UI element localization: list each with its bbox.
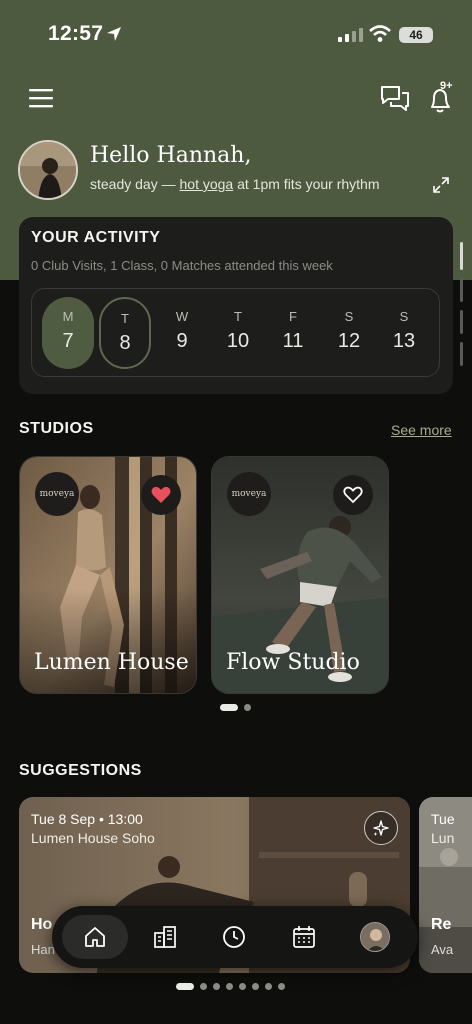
- profile-avatar: [360, 922, 390, 952]
- pager-dot: [226, 983, 233, 990]
- day-friday[interactable]: F 11: [267, 297, 319, 369]
- suggestion-location: Lun: [431, 830, 455, 846]
- favorite-heart-outline-icon[interactable]: [333, 475, 373, 515]
- scroll-indicator: [460, 342, 463, 366]
- suggestion-card[interactable]: Tue Lun Re Ava: [419, 797, 472, 973]
- tab-calendar[interactable]: [282, 915, 326, 959]
- notifications-badge: 9+: [440, 80, 453, 92]
- tab-history[interactable]: [212, 915, 256, 959]
- scroll-indicator-active: [460, 242, 463, 270]
- suggestions-pager: [176, 983, 285, 990]
- pager-dot-active: [220, 704, 238, 711]
- activity-title: YOUR ACTIVITY: [31, 229, 161, 246]
- studio-name: Flow Studio: [226, 650, 360, 675]
- studio-name: Lumen House: [34, 650, 189, 675]
- studio-card-lumen-house[interactable]: moveya Lumen House: [19, 456, 197, 694]
- day-monday[interactable]: M7: [42, 297, 94, 369]
- cellular-signal-icon: [338, 28, 363, 42]
- home-icon: [85, 927, 105, 947]
- see-more-link[interactable]: See more: [391, 422, 452, 438]
- studio-card-flow-studio[interactable]: moveya Flow Studio: [211, 456, 389, 694]
- day-thursday[interactable]: T 10: [212, 297, 264, 369]
- status-bar: 12:57 46: [0, 0, 472, 70]
- greeting-subline: steady day — hot yoga at 1pm fits your r…: [90, 176, 380, 192]
- menu-icon[interactable]: [28, 86, 54, 110]
- favorite-heart-filled-icon[interactable]: [141, 475, 181, 515]
- suggestion-subtitle: Han: [31, 942, 55, 957]
- hot-yoga-link[interactable]: hot yoga: [180, 176, 234, 192]
- studios-building-icon: [154, 926, 176, 948]
- studios-pager: [220, 704, 251, 711]
- history-clock-icon: [223, 926, 245, 948]
- expand-icon[interactable]: [432, 176, 450, 194]
- pager-dot: [278, 983, 285, 990]
- day-wednesday[interactable]: W9: [156, 297, 208, 369]
- user-avatar[interactable]: [18, 140, 78, 200]
- calendar-icon: [293, 926, 315, 948]
- scroll-indicator: [460, 278, 463, 302]
- pager-dot: [252, 983, 259, 990]
- tab-home[interactable]: [62, 915, 128, 959]
- scroll-indicator: [460, 310, 463, 334]
- location-arrow-icon: [107, 27, 121, 41]
- pager-dot: [213, 983, 220, 990]
- suggestions-title: SUGGESTIONS: [19, 762, 142, 779]
- chat-icon[interactable]: [380, 84, 410, 114]
- sparkle-icon[interactable]: [364, 811, 398, 845]
- suggestion-date: Tue: [431, 811, 455, 827]
- pager-dot: [265, 983, 272, 990]
- activity-card: YOUR ACTIVITY 0 Club Visits, 1 Class, 0 …: [19, 217, 453, 394]
- battery-indicator: 46: [399, 27, 433, 43]
- suggestion-title: Re: [431, 916, 452, 933]
- studios-title: STUDIOS: [19, 420, 94, 437]
- wifi-icon: [369, 25, 391, 42]
- suggestion-location: Lumen House Soho: [31, 830, 155, 846]
- pager-dot: [200, 983, 207, 990]
- bottom-tab-bar: [52, 906, 418, 968]
- studio-logo: moveya: [227, 472, 271, 516]
- suggestion-date: Tue 8 Sep • 13:00: [31, 811, 143, 827]
- suggestion-title: Ho: [31, 916, 53, 933]
- tab-profile[interactable]: [353, 915, 397, 959]
- studio-logo: moveya: [35, 472, 79, 516]
- activity-stats: 0 Club Visits, 1 Class, 0 Matches attend…: [31, 258, 333, 273]
- day-tuesday[interactable]: T8: [99, 297, 151, 369]
- suggestion-subtitle: Ava: [431, 942, 454, 957]
- pager-dot: [239, 983, 246, 990]
- greeting-title: Hello Hannah,: [90, 143, 252, 168]
- pager-dot: [244, 704, 251, 711]
- pager-dot-active: [176, 983, 194, 990]
- week-strip: M7 T8 W9 T 10 F 11 S 12 S 13: [31, 288, 440, 377]
- tab-studios[interactable]: [143, 915, 187, 959]
- status-time: 12:57: [48, 22, 104, 45]
- day-sunday[interactable]: S 13: [378, 297, 430, 369]
- day-saturday[interactable]: S 12: [323, 297, 375, 369]
